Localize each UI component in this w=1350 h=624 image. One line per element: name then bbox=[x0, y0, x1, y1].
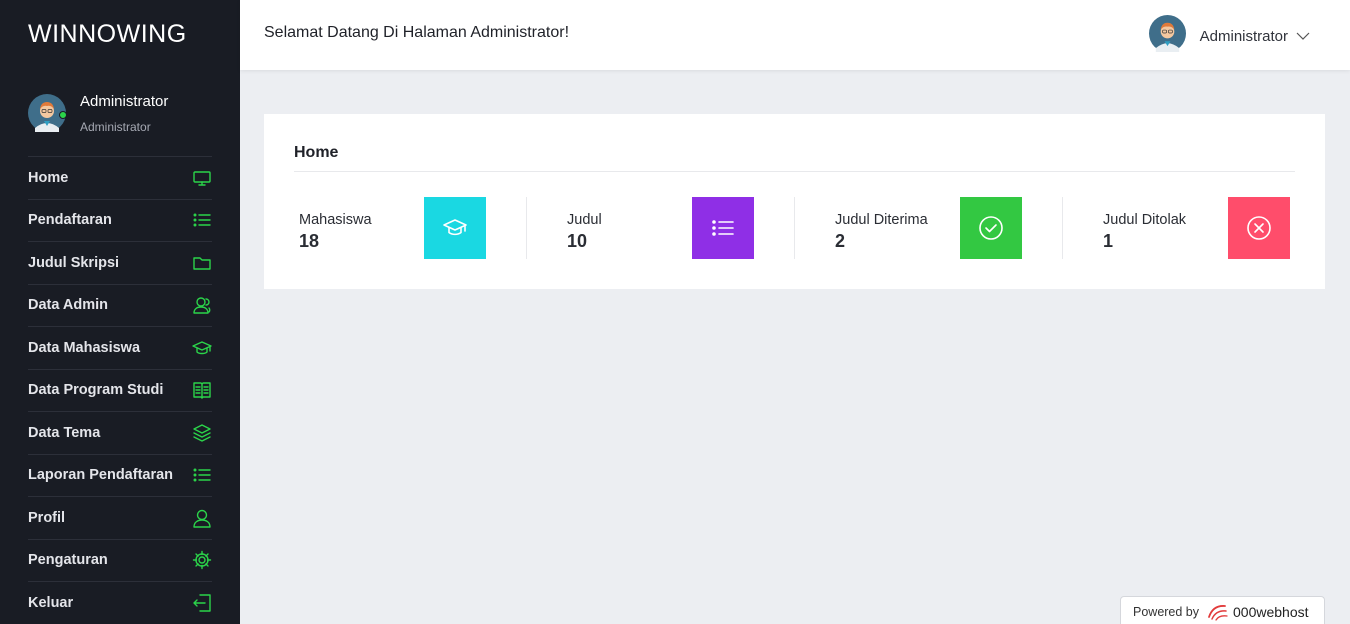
stat-value: 10 bbox=[567, 231, 588, 251]
graduation-cap-icon bbox=[424, 197, 486, 259]
sidebar-item-label: Data Program Studi bbox=[28, 382, 164, 399]
sidebar-item-judul-skripsi[interactable]: Judul Skripsi bbox=[28, 241, 212, 284]
stat-label: Mahasiswa bbox=[299, 212, 372, 228]
stat-mahasiswa: Mahasiswa 18 bbox=[294, 197, 486, 259]
sidebar-item-data-program-studi[interactable]: Data Program Studi bbox=[28, 368, 212, 412]
stat-divider bbox=[526, 197, 527, 259]
stat-judul-ditolak: Judul Ditolak 1 bbox=[1098, 197, 1290, 259]
sidebar-item-profil[interactable]: Profil bbox=[28, 496, 212, 539]
sidebar-item-label: Laporan Pendaftaran bbox=[28, 467, 174, 484]
list-icon bbox=[692, 197, 754, 259]
topbar: Selamat Datang Di Halaman Administrator!… bbox=[240, 0, 1350, 70]
monitor-icon bbox=[192, 168, 212, 188]
user-menu-button[interactable]: Administrator bbox=[1148, 15, 1310, 57]
stat-value: 18 bbox=[299, 231, 320, 251]
logout-icon bbox=[192, 593, 212, 613]
stat-label: Judul Ditolak bbox=[1103, 212, 1187, 228]
sidebar-item-laporan-pendaftaran[interactable]: Laporan Pendaftaran bbox=[28, 453, 212, 497]
stat-label: Judul Diterima bbox=[835, 212, 928, 228]
sidebar-item-label: Profil bbox=[28, 509, 66, 526]
stat-value: 2 bbox=[835, 231, 846, 251]
sidebar-item-label: Keluar bbox=[28, 594, 74, 611]
profile-role: Administrator bbox=[80, 120, 151, 134]
sidebar-item-home[interactable]: Home bbox=[28, 156, 212, 199]
check-circle-icon bbox=[960, 197, 1022, 259]
sidebar-item-label: Judul Skripsi bbox=[28, 254, 120, 271]
sidebar-item-label: Data Admin bbox=[28, 297, 109, 314]
webhost-brand: 000webhost bbox=[1233, 603, 1309, 620]
stat-judul-diterima: Judul Diterima 2 bbox=[830, 197, 1022, 259]
sidebar-item-pendaftaran[interactable]: Pendaftaran bbox=[28, 198, 212, 242]
card-title: Home bbox=[294, 144, 339, 161]
list-icon bbox=[192, 210, 212, 230]
sidebar-item-data-mahasiswa[interactable]: Data Mahasiswa bbox=[28, 326, 212, 369]
sidebar: WINNOWING Administrator Administrator Ho… bbox=[0, 0, 240, 624]
sidebar-item-label: Pendaftaran bbox=[28, 212, 112, 229]
divider bbox=[294, 171, 1295, 172]
webhost-logo-icon bbox=[1208, 604, 1228, 621]
brand-logo[interactable]: WINNOWING bbox=[28, 20, 187, 49]
sidebar-profile: Administrator Administrator bbox=[28, 92, 212, 156]
powered-by-badge[interactable]: Powered by 000webhost bbox=[1120, 596, 1325, 624]
chevron-down-icon bbox=[1296, 32, 1310, 40]
layers-icon bbox=[192, 423, 212, 443]
stat-divider bbox=[1062, 197, 1063, 259]
stat-divider bbox=[794, 197, 795, 259]
sidebar-item-label: Data Tema bbox=[28, 424, 101, 441]
graduation-cap-icon bbox=[192, 338, 212, 358]
online-status-dot bbox=[59, 111, 67, 119]
sidebar-item-data-tema[interactable]: Data Tema bbox=[28, 411, 212, 454]
user-icon bbox=[192, 508, 212, 528]
sidebar-menu: Home Pendaftaran Judul Skripsi Data Admi… bbox=[28, 156, 212, 624]
book-icon bbox=[192, 380, 212, 400]
stat-judul: Judul 10 bbox=[562, 197, 754, 259]
welcome-message: Selamat Datang Di Halaman Administrator! bbox=[264, 24, 570, 41]
stat-value: 1 bbox=[1103, 231, 1114, 251]
avatar bbox=[1148, 15, 1186, 57]
gear-icon bbox=[192, 550, 212, 570]
stat-label: Judul bbox=[567, 212, 602, 228]
users-icon bbox=[192, 295, 212, 315]
sidebar-item-label: Data Mahasiswa bbox=[28, 339, 141, 356]
sidebar-item-data-admin[interactable]: Data Admin bbox=[28, 283, 212, 327]
home-card: Home Mahasiswa 18 Judul 10 Judul Diterim… bbox=[264, 114, 1325, 289]
profile-name: Administrator bbox=[80, 93, 169, 110]
folder-icon bbox=[192, 253, 212, 273]
sidebar-item-label: Pengaturan bbox=[28, 552, 108, 569]
powered-by-text: Powered by bbox=[1133, 604, 1200, 619]
user-name: Administrator bbox=[1199, 27, 1288, 45]
sidebar-item-label: Home bbox=[28, 169, 69, 186]
avatar bbox=[28, 94, 67, 132]
sidebar-item-keluar[interactable]: Keluar bbox=[28, 581, 212, 624]
list-icon bbox=[192, 465, 212, 485]
x-circle-icon bbox=[1228, 197, 1290, 259]
sidebar-item-pengaturan[interactable]: Pengaturan bbox=[28, 538, 212, 582]
